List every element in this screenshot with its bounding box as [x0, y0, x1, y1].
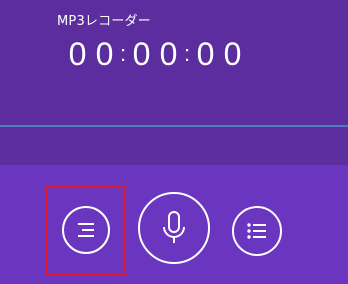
microphone-icon: [163, 211, 185, 243]
divider-line: [0, 125, 348, 127]
app-title: MP3レコーダー: [57, 14, 151, 29]
timer-digit-hours-tens: 0: [68, 36, 87, 72]
elapsed-timer: 0 0 : 0 0 : 0 0: [64, 36, 246, 72]
list-icon: [247, 223, 266, 239]
hamburger-menu-icon: [78, 223, 94, 237]
timer-digit-seconds-tens: 0: [196, 36, 215, 72]
recordings-list-button[interactable]: [232, 206, 282, 256]
record-button[interactable]: [138, 192, 210, 264]
timer-digit-minutes-ones: 0: [159, 36, 178, 72]
display-panel: [0, 0, 348, 165]
timer-separator: :: [183, 41, 191, 66]
timer-digit-seconds-ones: 0: [223, 36, 242, 72]
timer-separator: :: [119, 41, 127, 66]
menu-button[interactable]: [62, 206, 110, 254]
timer-digit-minutes-tens: 0: [132, 36, 151, 72]
timer-digit-hours-ones: 0: [95, 36, 114, 72]
